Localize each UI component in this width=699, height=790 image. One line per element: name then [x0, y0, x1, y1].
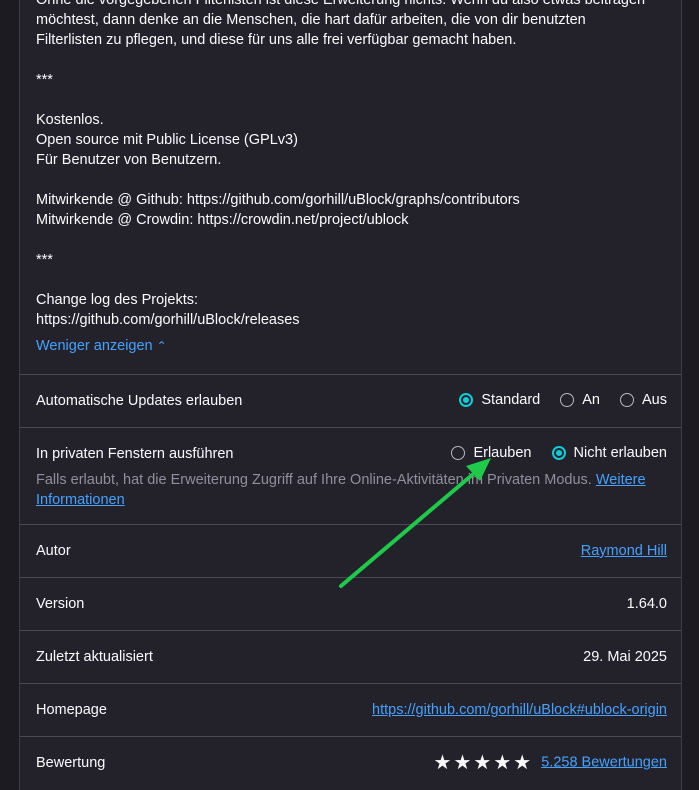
private-windows-option-label: Erlauben — [473, 445, 532, 461]
description-line: Mitwirkende @ Crowdin: https://crowdin.n… — [36, 212, 409, 228]
description-line — [36, 230, 676, 250]
rating-value: ★ ★ ★ ★ ★ 5.258 Bewertungen — [434, 750, 667, 775]
auto-updates-option-off[interactable]: Aus — [620, 392, 667, 408]
author-label: Autor — [36, 543, 71, 559]
author-row: Autor Raymond Hill — [20, 524, 681, 578]
auto-updates-option-label: Aus — [642, 392, 667, 408]
auto-updates-label: Automatische Updates erlauben — [36, 393, 243, 409]
description-line: *** — [36, 252, 53, 268]
last-updated-value: 29. Mai 2025 — [583, 649, 667, 665]
description-line: Ohne die vorgegebenen Filterlisten ist d… — [36, 0, 646, 8]
rating-stars: ★ ★ ★ ★ ★ — [434, 750, 534, 775]
show-less-link[interactable]: Weniger anzeigen ⌃ — [36, 338, 167, 354]
description-line — [36, 50, 676, 70]
radio-checked-icon — [459, 393, 474, 407]
auto-updates-row: Automatische Updates erlauben Standard A… — [20, 374, 681, 428]
private-windows-help-text: Falls erlaubt, hat die Erweiterung Zugri… — [36, 472, 592, 488]
description-line: *** — [36, 72, 53, 88]
radio-unchecked-icon — [620, 393, 634, 407]
homepage-link[interactable]: https://github.com/gorhill/uBlock#ublock… — [372, 702, 667, 718]
auto-updates-option-standard[interactable]: Standard — [459, 392, 540, 408]
star-icon: ★ — [513, 752, 532, 774]
star-icon: ★ — [453, 752, 472, 774]
rating-row: Bewertung ★ ★ ★ ★ ★ 5.258 Bewertungen — [20, 736, 681, 790]
homepage-label: Homepage — [36, 702, 107, 718]
description-line: Open source mit Public License (GPLv3) — [36, 132, 298, 148]
description-line: Mitwirkende @ Github: https://github.com… — [36, 192, 520, 208]
private-windows-help: Falls erlaubt, hat die Erweiterung Zugri… — [36, 470, 666, 510]
star-icon: ★ — [473, 752, 492, 774]
private-windows-option-allow[interactable]: Erlauben — [451, 445, 532, 461]
version-row: Version 1.64.0 — [20, 577, 681, 631]
description-line — [36, 170, 676, 190]
version-value: 1.64.0 — [626, 596, 667, 612]
reviews-link[interactable]: 5.258 Bewertungen — [541, 754, 667, 770]
auto-updates-option-label: An — [582, 392, 600, 408]
description-line — [36, 90, 676, 110]
auto-updates-option-on[interactable]: An — [560, 392, 600, 408]
private-windows-option-disallow[interactable]: Nicht erlauben — [551, 445, 668, 461]
radio-unchecked-icon — [560, 393, 575, 407]
description-line: https://github.com/gorhill/uBlock/releas… — [36, 312, 300, 328]
private-windows-label: In privaten Fenstern ausführen — [36, 446, 234, 462]
show-less-label: Weniger anzeigen — [36, 338, 153, 354]
description-line: Kostenlos. — [36, 112, 104, 128]
description-line: Filterlisten zu pflegen, und diese für u… — [36, 32, 517, 48]
description-line — [36, 270, 676, 290]
extension-details-card: Ohne die vorgegebenen Filterlisten ist d… — [19, 0, 682, 790]
private-windows-option-label: Nicht erlauben — [573, 445, 668, 461]
homepage-row: Homepage https://github.com/gorhill/uBlo… — [20, 683, 681, 737]
star-icon: ★ — [493, 752, 512, 774]
auto-updates-option-label: Standard — [481, 392, 541, 408]
radio-unchecked-icon — [451, 446, 466, 460]
last-updated-row: Zuletzt aktualisiert 29. Mai 2025 — [20, 630, 681, 684]
extension-description: Ohne die vorgegebenen Filterlisten ist d… — [36, 0, 676, 330]
author-link[interactable]: Raymond Hill — [581, 543, 667, 559]
star-icon: ★ — [433, 752, 452, 774]
private-windows-options: Erlauben Nicht erlauben — [431, 445, 667, 461]
private-windows-row: In privaten Fenstern ausführen Erlauben … — [20, 427, 681, 525]
description-line: möchtest, dann denke an die Menschen, di… — [36, 12, 586, 28]
description-line: Change log des Projekts: — [36, 292, 199, 308]
rating-label: Bewertung — [36, 755, 106, 771]
radio-checked-icon — [551, 446, 566, 460]
version-label: Version — [36, 596, 85, 612]
chevron-up-icon: ⌃ — [156, 339, 167, 353]
last-updated-label: Zuletzt aktualisiert — [36, 649, 153, 665]
auto-updates-options: Standard An Aus — [439, 392, 667, 408]
description-line: Für Benutzer von Benutzern. — [36, 152, 222, 168]
